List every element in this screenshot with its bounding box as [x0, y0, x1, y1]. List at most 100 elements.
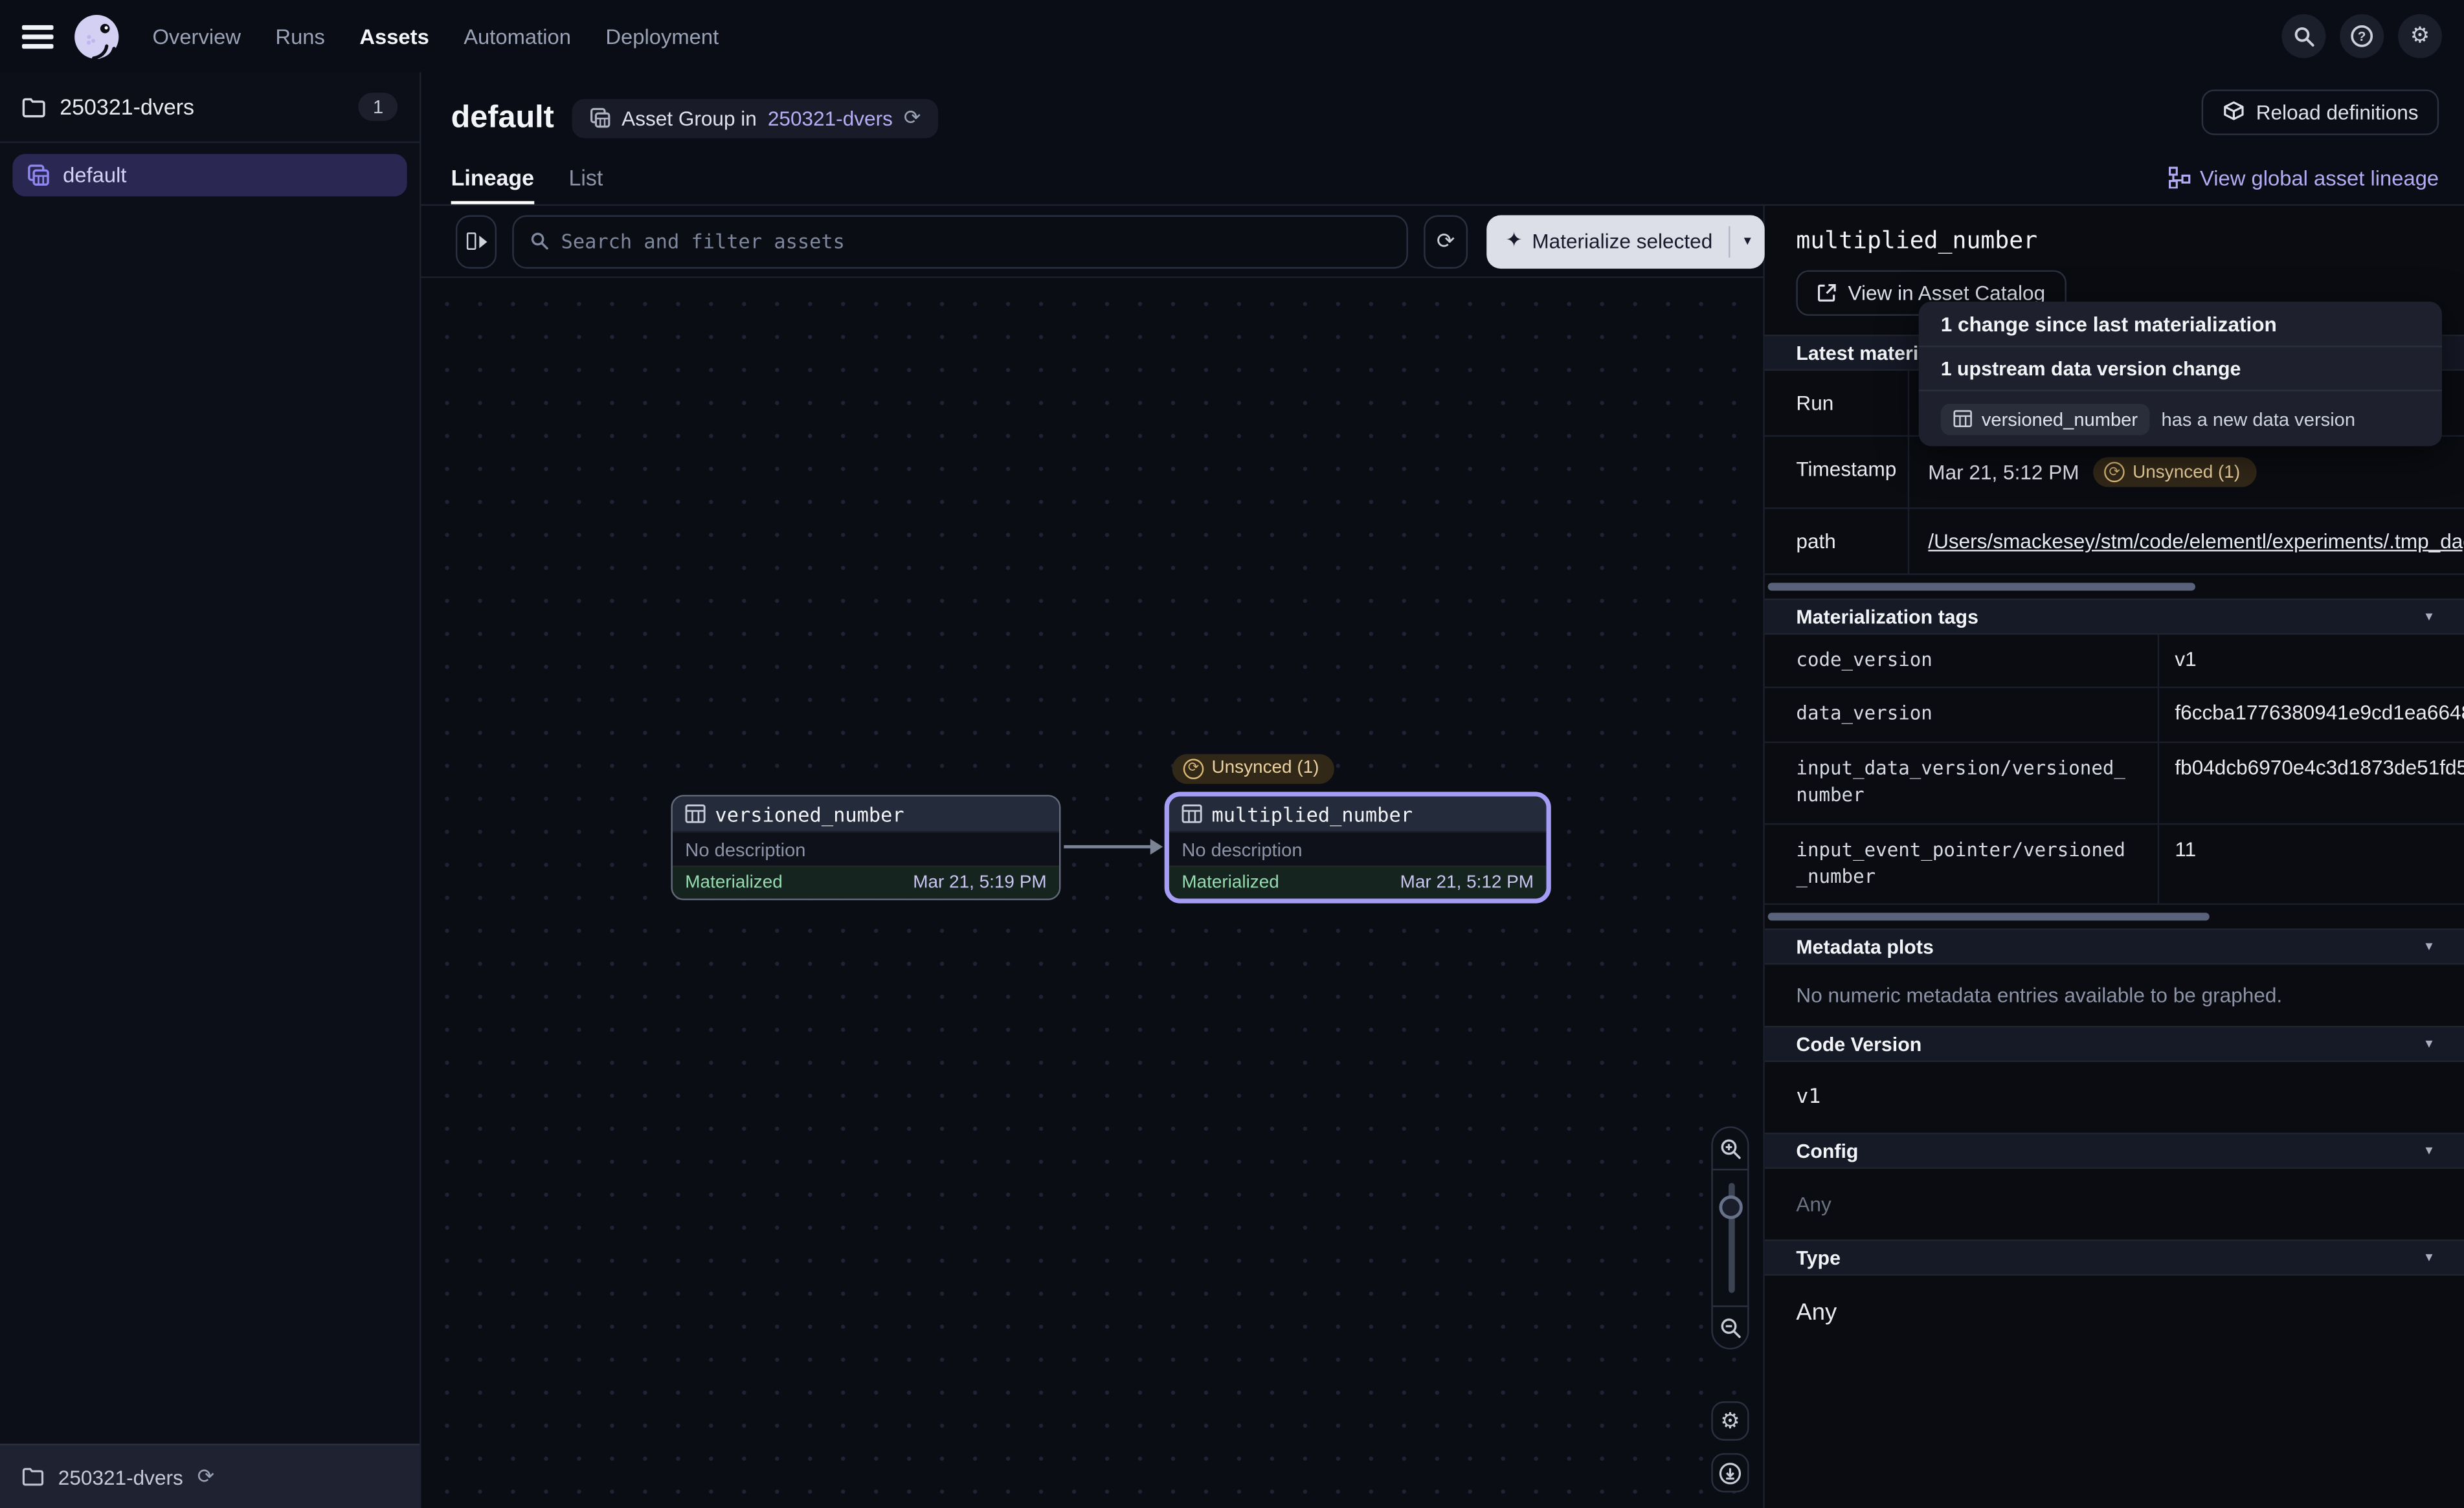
sidebar-footer-location[interactable]: 250321-dvers ⟳ [0, 1444, 420, 1508]
reload-location-icon[interactable]: ⟳ [197, 1465, 214, 1488]
code-version-value: v1 [1765, 1063, 2464, 1133]
asset-node-versioned-number[interactable]: versioned_number No description Material… [671, 795, 1060, 900]
sidebar-group-count: 1 [359, 93, 398, 121]
graph-settings-gear-icon[interactable]: ⚙ [1711, 1401, 1749, 1441]
collapse-caret-icon[interactable]: ▾ [2425, 1037, 2432, 1052]
tag-row: data_version f6ccba1776380941e9cd1ea6648… [1765, 689, 2464, 742]
section-type[interactable]: Type ▾ [1765, 1240, 2464, 1276]
sidebar-item-label: default [63, 163, 126, 186]
sidebar-item-default[interactable]: default [12, 154, 407, 197]
lineage-graph-icon [2168, 166, 2190, 188]
collapse-caret-icon[interactable]: ▾ [2425, 939, 2432, 955]
lineage-canvas[interactable]: ⟳ Unsynced (1) versioned_number No descr… [421, 278, 1764, 1508]
row-label: Run [1765, 371, 1908, 436]
lineage-edge [1064, 845, 1152, 848]
nav-runs[interactable]: Runs [275, 25, 324, 48]
tag-key: input_event_pointer/versioned_number [1765, 824, 2158, 904]
svg-text:?: ? [2358, 29, 2366, 44]
zoom-slider-thumb[interactable] [1719, 1195, 1742, 1219]
zoom-in-icon[interactable] [1713, 1128, 1747, 1171]
zoom-out-icon[interactable] [1713, 1305, 1747, 1348]
refresh-graph-icon[interactable]: ⟳ [1424, 214, 1468, 268]
collapse-caret-icon[interactable]: ▾ [2425, 609, 2432, 625]
change-tooltip: 1 change since last materialization 1 up… [1919, 302, 2442, 446]
download-graph-icon[interactable] [1711, 1453, 1749, 1492]
search-icon[interactable] [2281, 14, 2325, 58]
reload-definitions-label: Reload definitions [2256, 100, 2419, 124]
sidebar-group-row[interactable]: 250321-dvers 1 [0, 72, 420, 143]
tag-value: 11 [2158, 824, 2464, 904]
dagster-logo-icon[interactable] [73, 12, 121, 60]
graph-toolbar: ⟳ ✦Materialize selected ▾ [421, 206, 1764, 278]
tab-lineage[interactable]: Lineage [451, 151, 534, 205]
table-row: path /Users/smackesey/stm/code/elementl/… [1765, 509, 2464, 575]
lineage-edge-arrowhead [1150, 839, 1163, 854]
tag-row: input_data_version/versioned_number fb04… [1765, 743, 2464, 825]
asset-chip: versioned_number [1941, 403, 2151, 435]
badge-reload-icon[interactable]: ⟳ [904, 106, 921, 129]
tag-key: code_version [1765, 635, 2158, 687]
lineage-graph-column: ⟳ ✦Materialize selected ▾ ⟳ Unsynce [421, 206, 1765, 1508]
asset-group-icon [588, 107, 610, 129]
nav-overview[interactable]: Overview [152, 25, 241, 48]
tab-list[interactable]: List [568, 151, 603, 205]
external-link-icon [1817, 283, 1837, 304]
tag-row: input_event_pointer/versioned_number 11 [1765, 824, 2464, 905]
asset-node-multiplied-number[interactable]: multiplied_number No description Materia… [1165, 792, 1551, 903]
nav-automation[interactable]: Automation [464, 25, 571, 48]
nav-assets[interactable]: Assets [359, 25, 429, 48]
timestamp-value: Mar 21, 5:12 PM [1928, 460, 2079, 483]
expand-sidebar-panel-icon[interactable] [456, 214, 497, 268]
sync-glyph: ⟳ [1437, 228, 1455, 254]
section-materialization-tags[interactable]: Materialization tags ▾ [1765, 599, 2464, 635]
metadata-plots-empty-text: No numeric metadata entries available to… [1765, 965, 2464, 1026]
nav-deployment[interactable]: Deployment [605, 25, 719, 48]
section-heading: Metadata plots [1796, 936, 1933, 958]
app-root: Overview Runs Assets Automation Deployme… [0, 0, 2464, 1508]
node-description: No description [1169, 831, 1547, 865]
section-metadata-plots[interactable]: Metadata plots ▾ [1765, 929, 2464, 965]
tooltip-suffix: has a new data version [2162, 408, 2356, 430]
materialize-dropdown-caret-icon[interactable]: ▾ [1730, 233, 1765, 249]
section-code-version[interactable]: Code Version ▾ [1765, 1026, 2464, 1063]
view-global-asset-lineage-label: View global asset lineage [2200, 166, 2439, 189]
materialize-selected-button[interactable]: ✦Materialize selected ▾ [1486, 214, 1765, 268]
search-icon [530, 231, 550, 252]
top-nav: Overview Runs Assets Automation Deployme… [0, 0, 2464, 72]
gear-glyph: ⚙ [2410, 23, 2430, 49]
main-area: default Asset Group in 250321-dvers ⟳ [421, 72, 2464, 1508]
tag-row: code_version v1 [1765, 635, 2464, 689]
section-heading: Code Version [1796, 1034, 1921, 1056]
tag-value: fb04dcb6970e4c3d1873de51fd5a5 [2158, 743, 2464, 823]
unsynced-badge[interactable]: ⟳ Unsynced (1) [1172, 753, 1335, 783]
collapse-caret-icon[interactable]: ▾ [2425, 1144, 2432, 1159]
footer-location-label: 250321-dvers [58, 1465, 183, 1488]
unsynced-badge-label: Unsynced (1) [2133, 463, 2240, 482]
horizontal-scrollbar[interactable] [1768, 913, 2210, 921]
section-heading: Type [1796, 1247, 1841, 1269]
settings-gear-icon[interactable]: ⚙ [2398, 14, 2442, 58]
gear-glyph: ⚙ [1720, 1408, 1740, 1434]
materialization-path-link[interactable]: /Users/smackesey/stm/code/elementl/exper… [1928, 529, 2464, 553]
tabs-row: Lineage List View global asset lineage [421, 151, 2464, 206]
table-icon [1182, 804, 1202, 823]
reload-definitions-button[interactable]: Reload definitions [2201, 89, 2439, 135]
tag-key: data_version [1765, 689, 2158, 741]
unsynced-badge[interactable]: ⟳ Unsynced (1) [2093, 457, 2256, 487]
badge-prefix: Asset Group in [622, 106, 757, 129]
sidebar: 250321-dvers 1 default 250321-dvers ⟳ [0, 72, 421, 1508]
view-global-asset-lineage-link[interactable]: View global asset lineage [2168, 166, 2439, 189]
collapse-caret-icon[interactable]: ▾ [2425, 1250, 2432, 1266]
menu-icon[interactable] [22, 25, 54, 48]
config-value: Any [1765, 1170, 2464, 1240]
unsynced-sync-icon: ⟳ [1183, 758, 1204, 779]
primary-nav: Overview Runs Assets Automation Deployme… [152, 25, 719, 48]
section-config[interactable]: Config ▾ [1765, 1133, 2464, 1170]
horizontal-scrollbar[interactable] [1768, 583, 2195, 591]
search-input[interactable] [561, 229, 1391, 252]
sparkle-icon: ✦ [1505, 229, 1522, 252]
badge-group-link[interactable]: 250321-dvers [768, 106, 893, 129]
help-icon[interactable]: ? [2340, 14, 2384, 58]
tag-value: v1 [2158, 635, 2464, 687]
tag-key: input_data_version/versioned_number [1765, 743, 2158, 823]
